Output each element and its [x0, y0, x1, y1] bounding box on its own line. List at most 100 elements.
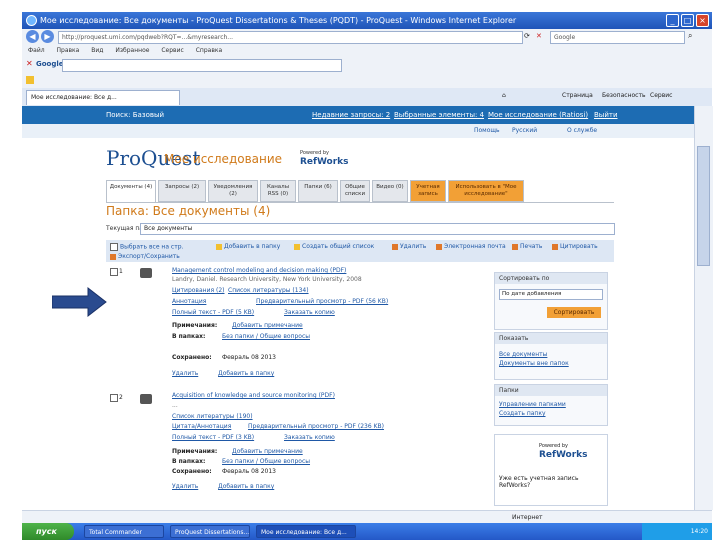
tab-searches[interactable]: Запросы (2): [158, 180, 206, 202]
saved-label: Сохранено:: [172, 354, 212, 361]
fulltext-link[interactable]: Полный текст - PDF (3 KB): [172, 434, 254, 441]
favorites-star-icon[interactable]: [26, 76, 34, 84]
saved-label: Сохранено:: [172, 468, 212, 475]
cited-by-link[interactable]: Цитирования (2): [172, 287, 224, 294]
marked-items-link[interactable]: Выбранные элементы: 4: [394, 106, 484, 124]
refworks-account-text: Уже есть учетная запись RefWorks?: [499, 475, 579, 489]
sort-button[interactable]: Сортировать: [547, 307, 601, 318]
unfiled-docs-link[interactable]: Документы вне папок: [499, 360, 569, 367]
basic-search-link[interactable]: Поиск: Базовый: [106, 106, 164, 124]
fulltext-link[interactable]: Полный текст - PDF (5 KB): [172, 309, 254, 316]
tools-menu[interactable]: Сервис: [650, 92, 672, 99]
create-shared-list-button[interactable]: Создать общий список: [294, 243, 374, 250]
all-docs-link[interactable]: Все документы: [499, 351, 547, 358]
sort-select[interactable]: По дате добавления: [499, 289, 603, 300]
tab-rss[interactable]: Каналы RSS (0): [260, 180, 296, 202]
pdf-preview-link[interactable]: Предварительный просмотр - PDF (236 KB): [248, 423, 384, 430]
current-folder-select[interactable]: Все документы: [140, 223, 615, 235]
record-title[interactable]: Acquisition of knowledge and source moni…: [172, 392, 335, 399]
page-menu[interactable]: Страница: [562, 92, 593, 99]
references-link[interactable]: Список литературы (134): [228, 287, 309, 294]
home-icon[interactable]: ⌂: [502, 92, 506, 99]
folders-label: В папках:: [172, 458, 206, 465]
safety-menu[interactable]: Безопасность: [602, 92, 646, 99]
references-link[interactable]: Список литературы (190): [172, 413, 253, 420]
print-button[interactable]: Печать: [512, 243, 542, 250]
tab-folders[interactable]: Папки (6): [298, 180, 338, 202]
maximize-button[interactable]: □: [681, 14, 694, 27]
menu-favorites[interactable]: Избранное: [115, 47, 149, 54]
folder-link[interactable]: Без папки / Общие вопросы: [222, 333, 310, 340]
start-button[interactable]: пуск: [22, 523, 74, 540]
delete-record-link[interactable]: Удалить: [172, 483, 198, 490]
select-all-checkbox[interactable]: Выбрать все на стр.: [110, 243, 183, 251]
folder-icon: [216, 243, 222, 250]
menu-view[interactable]: Вид: [91, 47, 103, 54]
close-toolbar-icon[interactable]: ✕: [26, 59, 33, 68]
folder-title: Папка: Все документы (4): [106, 204, 271, 218]
tab-account[interactable]: Учетная запись: [410, 180, 446, 202]
add-note-link[interactable]: Добавить примечание: [232, 448, 303, 455]
order-copy-link[interactable]: Заказать копию: [284, 309, 335, 316]
tab-video[interactable]: Видео (0): [372, 180, 408, 202]
refworks-sidebar-logo: RefWorks: [539, 450, 588, 460]
manage-folders-link[interactable]: Управление папками: [499, 401, 566, 408]
menu-edit[interactable]: Правка: [57, 47, 80, 54]
tab-shared-lists[interactable]: Общие списки: [340, 180, 370, 202]
forward-button[interactable]: ▶: [41, 30, 54, 43]
record-number: 1: [119, 268, 123, 275]
abstract-link[interactable]: Аннотация: [172, 298, 206, 305]
scrollbar-thumb[interactable]: [697, 146, 710, 266]
menu-tools[interactable]: Сервис: [161, 47, 183, 54]
back-button[interactable]: ◀: [26, 30, 39, 43]
url-field[interactable]: http://proquest.umi.com/pqdweb?RQT=...&m…: [58, 31, 523, 44]
add-record-folder-link[interactable]: Добавить в папку: [218, 483, 274, 490]
export-button[interactable]: Экспорт/Сохранить: [110, 253, 180, 260]
menu-help[interactable]: Справка: [196, 47, 222, 54]
minimize-button[interactable]: _: [666, 14, 679, 27]
folders-panel: Папки Управление папками Создать папку: [494, 384, 608, 426]
search-icon[interactable]: ⌕: [688, 31, 692, 41]
add-note-link[interactable]: Добавить примечание: [232, 322, 303, 329]
export-label: Экспорт/Сохранить: [118, 253, 180, 260]
create-folder-link[interactable]: Создать папку: [499, 410, 546, 417]
record-title[interactable]: Management control modeling and decision…: [172, 267, 346, 274]
record-number: 2: [119, 394, 123, 401]
stop-icon[interactable]: ✕: [536, 32, 542, 40]
browser-search-input[interactable]: Google: [550, 31, 685, 44]
refresh-icon[interactable]: ⟳: [524, 32, 530, 40]
add-to-folder-button[interactable]: Добавить в папку: [216, 243, 280, 250]
tab-use-my-research[interactable]: Использовать в "Мое исследование": [448, 180, 524, 202]
vertical-scrollbar[interactable]: [694, 106, 713, 510]
menu-file[interactable]: Файл: [28, 47, 45, 54]
record-checkbox[interactable]: [110, 268, 118, 276]
show-title: Показать: [495, 333, 607, 344]
email-button[interactable]: Электронная почта: [436, 243, 506, 250]
folder-link[interactable]: Без папки / Общие вопросы: [222, 458, 310, 465]
taskbar-item-1[interactable]: Total Commander: [84, 525, 164, 538]
record-checkbox[interactable]: [110, 394, 118, 402]
pointer-arrow-icon: [52, 286, 107, 318]
taskbar-item-3[interactable]: Мое исследование: Все д...: [256, 525, 356, 538]
abstract-link[interactable]: Цитата/Аннотация: [172, 423, 231, 430]
close-button[interactable]: ×: [696, 14, 709, 27]
order-copy-link[interactable]: Заказать копию: [284, 434, 335, 441]
recent-searches-link[interactable]: Недавние запросы: 2: [312, 106, 390, 124]
cite-icon: [552, 243, 558, 250]
add-to-folder-label: Добавить в папку: [224, 243, 281, 250]
about-link[interactable]: О службе: [567, 124, 597, 138]
language-link[interactable]: Русский: [512, 124, 537, 138]
tab-documents[interactable]: Документы (4): [106, 180, 156, 202]
tab-alerts[interactable]: Уведомления (2): [208, 180, 258, 202]
delete-button[interactable]: Удалить: [392, 243, 426, 250]
my-research-link[interactable]: Мое исследование (Ratiosi): [488, 106, 588, 124]
google-search-input[interactable]: [62, 59, 342, 72]
delete-record-link[interactable]: Удалить: [172, 370, 198, 377]
pdf-preview-link[interactable]: Предварительный просмотр - PDF (56 KB): [256, 298, 388, 305]
cite-button[interactable]: Цитировать: [552, 243, 598, 250]
taskbar-item-2[interactable]: ProQuest Dissertations...: [170, 525, 250, 538]
browser-tab[interactable]: Мое исследование: Все д...: [26, 90, 180, 105]
help-link[interactable]: Помощь: [474, 124, 500, 138]
add-record-folder-link[interactable]: Добавить в папку: [218, 370, 274, 377]
exit-link[interactable]: Выйти: [594, 106, 618, 124]
